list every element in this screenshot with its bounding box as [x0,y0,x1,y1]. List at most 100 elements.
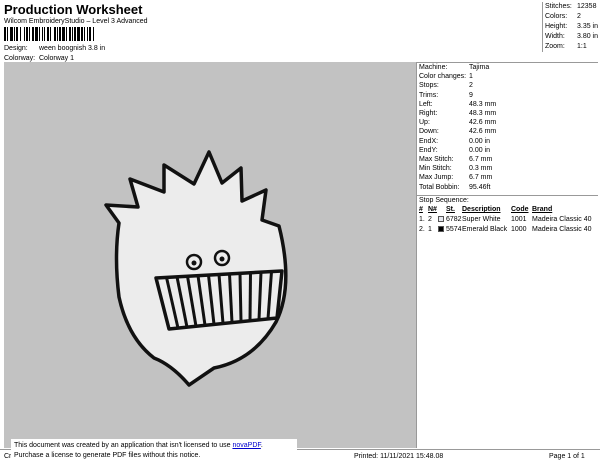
property-label: Max Jump: [419,174,454,182]
property-value: 9 [469,91,473,99]
table-row: 2. 1 5574 Emerald Black 1000 Madeira Classic … [419,225,598,235]
boognish-design-icon [104,150,288,387]
property-row: Down: 42.6 mm [419,127,598,136]
properties-panel: Machine: Tajima Color changes: 1 Stops: 2 Trim… [416,62,598,448]
property-row: Max Jump: 6.7 mm [419,173,598,182]
notice-line2: Purchase a license to generate PDF files… [14,452,201,459]
stop-sequence-title: Stop Sequence: [417,194,598,205]
property-row: Total Bobbin: 95.46ft [419,182,598,191]
property-label: Left: [419,100,433,108]
notice-text: This document was created by an applicat… [14,442,233,449]
property-row: Color changes: 1 [419,72,598,81]
property-row: Up: 42.6 mm [419,118,598,127]
property-label: Min Stitch: [419,165,452,173]
license-notice: This document was created by an applicat… [11,439,297,461]
property-value: 0.00 in [469,137,491,145]
design-preview [4,62,416,448]
property-value: Tajima [469,64,490,72]
property-value: 42.6 mm [469,119,497,127]
col-description: Description [462,206,501,214]
stat-row: Colors: 2 [545,12,598,22]
col-code: Code [511,206,529,214]
design-label: Design: [4,45,28,52]
barcode [4,27,172,41]
col-stitches: St. [446,206,455,214]
row-description: Emerald Black [462,226,508,234]
row-description: Super White [462,216,501,224]
machine-properties: Machine: Tajima Color changes: 1 Stops: 2 Trim… [417,63,598,192]
property-value: 95.46ft [469,183,491,191]
property-row: EndY: 0.00 in [419,146,598,155]
stat-label: Width: [545,33,565,40]
row-code: 1000 [511,226,527,234]
property-value: 48.3 mm [469,110,497,118]
design-name: ween boognish 3.8 in [39,45,106,52]
stat-value: 3.35 in [576,23,599,30]
property-label: Right: [419,110,438,118]
property-value: 1 [469,73,473,81]
stop-sequence-header: # N# St. Description Code Brand [419,205,598,215]
property-row: Max Stitch: 6.7 mm [419,155,598,164]
design-meta: Design: ween boognish 3.8 in Colorway: Col… [4,44,105,64]
property-row: Left: 48.3 mm [419,100,598,109]
page-title: Production Worksheet [4,2,143,17]
row-num: 2. [419,226,425,234]
row-stitches: 6782 [446,216,462,224]
property-row: Right: 48.3 mm [419,109,598,118]
property-label: Total Bobbin: [419,183,460,191]
stat-value: 2 [577,13,581,20]
property-label: Trims: [419,91,439,99]
row-stitches: 5574 [446,226,462,234]
property-label: EndX: [419,137,439,145]
row-code: 1001 [511,216,527,224]
stat-value: 1:1 [577,43,587,50]
row-num: 1. [419,216,425,224]
stat-row: Stitches: 12358 [545,2,598,12]
property-row: Trims: 9 [419,91,598,100]
property-label: Up: [419,119,430,127]
table-row: 1. 2 6782 Super White 1001 Madeira Classic 40 [419,215,598,225]
property-label: EndY: [419,146,438,154]
row-brand: Madeira Classic 40 [532,226,592,234]
stat-row: Height: 3.35 in [545,22,598,32]
row-needle: 1 [428,226,432,234]
col-num: # [419,206,423,214]
software-subtitle: Wilcom EmbroideryStudio – Level 3 Advanc… [4,18,148,25]
property-label: Stops: [419,82,439,90]
printed-date: Printed: 11/11/2021 15:48.08 [354,453,444,460]
stat-row: Width: 3.80 in [545,32,598,42]
stat-label: Stitches: [545,3,572,10]
stat-label: Zoom: [545,43,565,50]
property-row: Min Stitch: 0.3 mm [419,164,598,173]
stop-sequence-table: # N# St. Description Code Brand 1. 2 6782 S… [417,205,598,235]
stat-value: 3.80 in [576,33,599,40]
color-swatch [438,215,444,222]
property-value: 6.7 mm [469,155,493,163]
tooth-line [238,273,243,322]
property-value: 48.3 mm [469,100,497,108]
property-value: 0.00 in [469,146,491,154]
property-value: 42.6 mm [469,128,497,136]
tooth-line [257,272,263,320]
stats-box: Stitches: 12358 Colors: 2 Height: 3.35 in Widt… [542,2,598,52]
property-row: Machine: Tajima [419,63,598,72]
property-row: EndX: 0.00 in [419,137,598,146]
novapdf-link[interactable]: novaPDF [232,442,260,449]
property-label: Max Stitch: [419,155,454,163]
stat-row: Zoom: 1:1 [545,42,598,52]
property-value: 0.3 mm [469,165,493,173]
stat-label: Height: [545,23,568,30]
property-value: 2 [469,82,473,90]
property-label: Color changes: [419,73,467,81]
property-label: Down: [419,128,439,136]
row-brand: Madeira Classic 40 [532,216,592,224]
tooth-line [248,272,252,321]
property-value: 6.7 mm [469,174,493,182]
page-number: Page 1 of 1 [549,453,585,460]
property-label: Machine: [419,64,448,72]
stat-value: 12358 [577,3,597,10]
col-brand: Brand [532,206,553,214]
stat-label: Colors: [545,13,568,20]
col-needle: N# [428,206,437,214]
row-needle: 2 [428,216,432,224]
